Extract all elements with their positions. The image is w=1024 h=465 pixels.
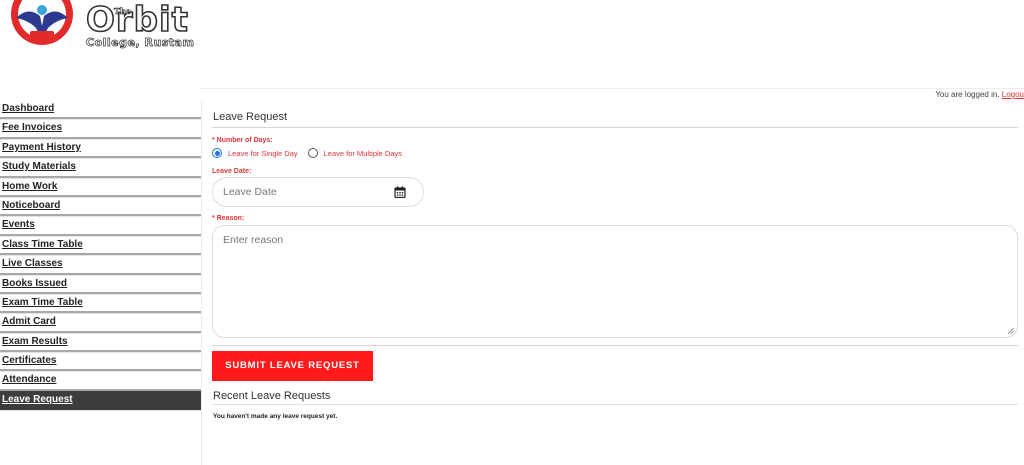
submit-leave-request-button[interactable]: SUBMIT LEAVE REQUEST <box>212 351 373 381</box>
main-content: Leave Request * Number of Days: Leave fo… <box>212 100 1018 420</box>
form-divider <box>212 345 1018 346</box>
sidebar-item-class-time-table[interactable]: Class Time Table <box>0 236 201 256</box>
sidebar-item-events[interactable]: Events <box>0 216 201 236</box>
sidebar-item-attendance[interactable]: Attendance <box>0 371 201 391</box>
sidebar-item-exam-time-table[interactable]: Exam Time Table <box>0 294 201 314</box>
calendar-icon[interactable] <box>394 186 406 199</box>
reason-textarea[interactable]: Enter reason <box>212 225 1018 338</box>
college-emblem-logo[interactable] <box>10 0 76 46</box>
no-requests-message: You haven't made any leave request yet. <box>213 413 338 420</box>
sidebar-item-fee-invoices[interactable]: Fee Invoices <box>0 119 201 139</box>
logout-link[interactable]: Logou <box>1002 90 1024 99</box>
leave-date-placeholder: Leave Date <box>223 186 277 198</box>
college-wordmark-logo: Orbit The College, Rustam <box>84 0 195 50</box>
reason-label: * Reason: <box>212 215 245 222</box>
sidebar-item-leave-request[interactable]: Leave Request <box>0 390 201 411</box>
sidebar-nav: Dashboard Fee Invoices Payment History Stud… <box>0 100 201 411</box>
sidebar-item-study-materials[interactable]: Study Materials <box>0 158 201 178</box>
single-day-radio[interactable] <box>212 148 222 158</box>
leave-date-label: Leave Date: <box>212 168 252 175</box>
number-of-days-label: * Number of Days: <box>212 137 273 144</box>
sidebar-item-admit-card[interactable]: Admit Card <box>0 313 201 333</box>
logo-the: The <box>114 6 131 17</box>
sidebar-item-exam-results[interactable]: Exam Results <box>0 333 201 353</box>
sidebar-item-noticeboard[interactable]: Noticeboard <box>0 197 201 217</box>
single-day-label[interactable]: Leave for Single Day <box>228 149 298 158</box>
resize-grip-icon[interactable] <box>1008 328 1014 334</box>
multiple-days-radio[interactable] <box>307 148 318 158</box>
sidebar-item-certificates[interactable]: Certificates <box>0 352 201 372</box>
sidebar-item-home-work[interactable]: Home Work <box>0 178 201 197</box>
logged-in-text: You are logged in. <box>935 90 1000 99</box>
reason-placeholder: Enter reason <box>223 234 284 246</box>
sidebar-item-dashboard[interactable]: Dashboard <box>0 100 201 120</box>
logo-name: Orbit <box>85 0 189 40</box>
sidebar-item-live-classes[interactable]: Live Classes <box>0 255 201 275</box>
days-radio-group: Leave for Single Day Leave for Multiple … <box>212 147 1018 159</box>
page-title: Leave Request <box>212 100 1018 128</box>
recent-requests-title: Recent Leave Requests <box>212 390 1018 405</box>
page: Orbit The College, Rustam You are logged… <box>0 0 1024 465</box>
multiple-days-label[interactable]: Leave for Multiple Days <box>324 149 402 158</box>
sidebar-divider <box>201 100 202 465</box>
sidebar-item-payment-history[interactable]: Payment History <box>0 139 201 159</box>
leave-date-input[interactable]: Leave Date <box>212 177 424 207</box>
login-status-bar: You are logged in. Logou <box>200 88 1024 100</box>
sidebar-item-books-issued[interactable]: Books Issued <box>0 275 201 294</box>
logo-subtitle: College, Rustam <box>86 36 195 50</box>
